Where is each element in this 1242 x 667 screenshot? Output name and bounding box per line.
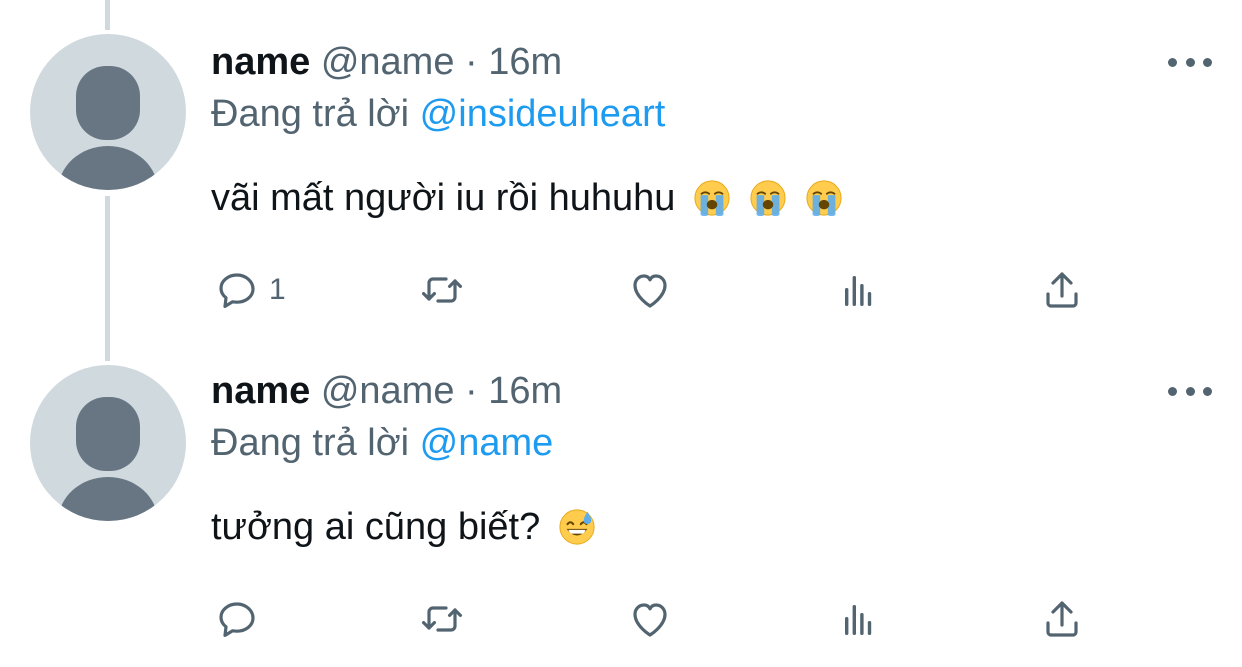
reply-context: Đang trả lời @insideuheart	[211, 92, 665, 136]
reply-icon	[213, 595, 261, 643]
more-dot	[1168, 57, 1177, 67]
loudly-crying-face-icon	[805, 179, 843, 217]
meta-separator: ·	[465, 41, 478, 83]
reply-mention-link[interactable]: @name	[420, 422, 554, 464]
heart-icon	[626, 266, 674, 314]
tweet-actions: 1	[0, 266, 1242, 314]
reply-context: Đang trả lời @name	[211, 421, 553, 465]
timestamp[interactable]: 16m	[488, 370, 562, 412]
reply-icon	[213, 266, 261, 314]
more-icon[interactable]	[1168, 381, 1212, 401]
share-button[interactable]	[1038, 266, 1086, 314]
more-dot	[1185, 386, 1195, 396]
tweet-text: tưởng ai cũng biết?	[211, 505, 596, 549]
display-name[interactable]: name	[211, 41, 310, 83]
reply-prefix: Đang trả lời	[211, 93, 410, 135]
tweet-header: name @name · 16m	[211, 369, 562, 413]
tweet-text-body: tưởng ai cũng biết?	[211, 506, 541, 548]
more-dot	[1185, 57, 1195, 67]
tweet-2[interactable]: name @name · 16m Đang trả lời @name tưởn…	[0, 335, 1242, 667]
reply-count: 1	[269, 273, 286, 306]
tweet-1[interactable]: name @name · 16m Đang trả lời @insideuhe…	[0, 0, 1242, 335]
timestamp[interactable]: 16m	[488, 41, 562, 83]
retweet-icon	[418, 266, 466, 314]
avatar-head-shape	[76, 397, 140, 471]
reply-button[interactable]	[213, 595, 269, 643]
like-button[interactable]	[626, 266, 674, 314]
grinning-face-with-sweat-icon	[558, 508, 596, 546]
more-icon[interactable]	[1168, 52, 1212, 72]
loudly-crying-face-icon	[749, 179, 787, 217]
more-dot	[1203, 386, 1212, 396]
avatar[interactable]	[30, 365, 186, 521]
user-handle[interactable]: @name	[321, 41, 455, 83]
share-icon	[1038, 595, 1086, 643]
analytics-button[interactable]	[833, 595, 881, 643]
reply-button[interactable]: 1	[213, 266, 286, 314]
analytics-icon	[833, 266, 881, 314]
tweet-text: vãi mất người iu rồi huhuhu	[211, 176, 843, 220]
tweet-text-body: vãi mất người iu rồi huhuhu	[211, 177, 676, 219]
avatar-body-shape	[58, 477, 158, 521]
tweet-header: name @name · 16m	[211, 40, 562, 84]
analytics-button[interactable]	[833, 266, 881, 314]
tweet-actions	[0, 595, 1242, 643]
avatar-body-shape	[58, 146, 158, 190]
like-button[interactable]	[626, 595, 674, 643]
avatar-head-shape	[76, 66, 140, 140]
retweet-button[interactable]	[418, 266, 466, 314]
display-name[interactable]: name	[211, 370, 310, 412]
heart-icon	[626, 595, 674, 643]
retweet-button[interactable]	[418, 595, 466, 643]
share-button[interactable]	[1038, 595, 1086, 643]
analytics-icon	[833, 595, 881, 643]
share-icon	[1038, 266, 1086, 314]
more-dot	[1203, 57, 1212, 67]
avatar[interactable]	[30, 34, 186, 190]
user-handle[interactable]: @name	[321, 370, 455, 412]
meta-separator: ·	[465, 370, 478, 412]
loudly-crying-face-icon	[693, 179, 731, 217]
reply-prefix: Đang trả lời	[211, 422, 410, 464]
more-dot	[1168, 386, 1177, 396]
retweet-icon	[418, 595, 466, 643]
reply-mention-link[interactable]: @insideuheart	[420, 93, 666, 135]
